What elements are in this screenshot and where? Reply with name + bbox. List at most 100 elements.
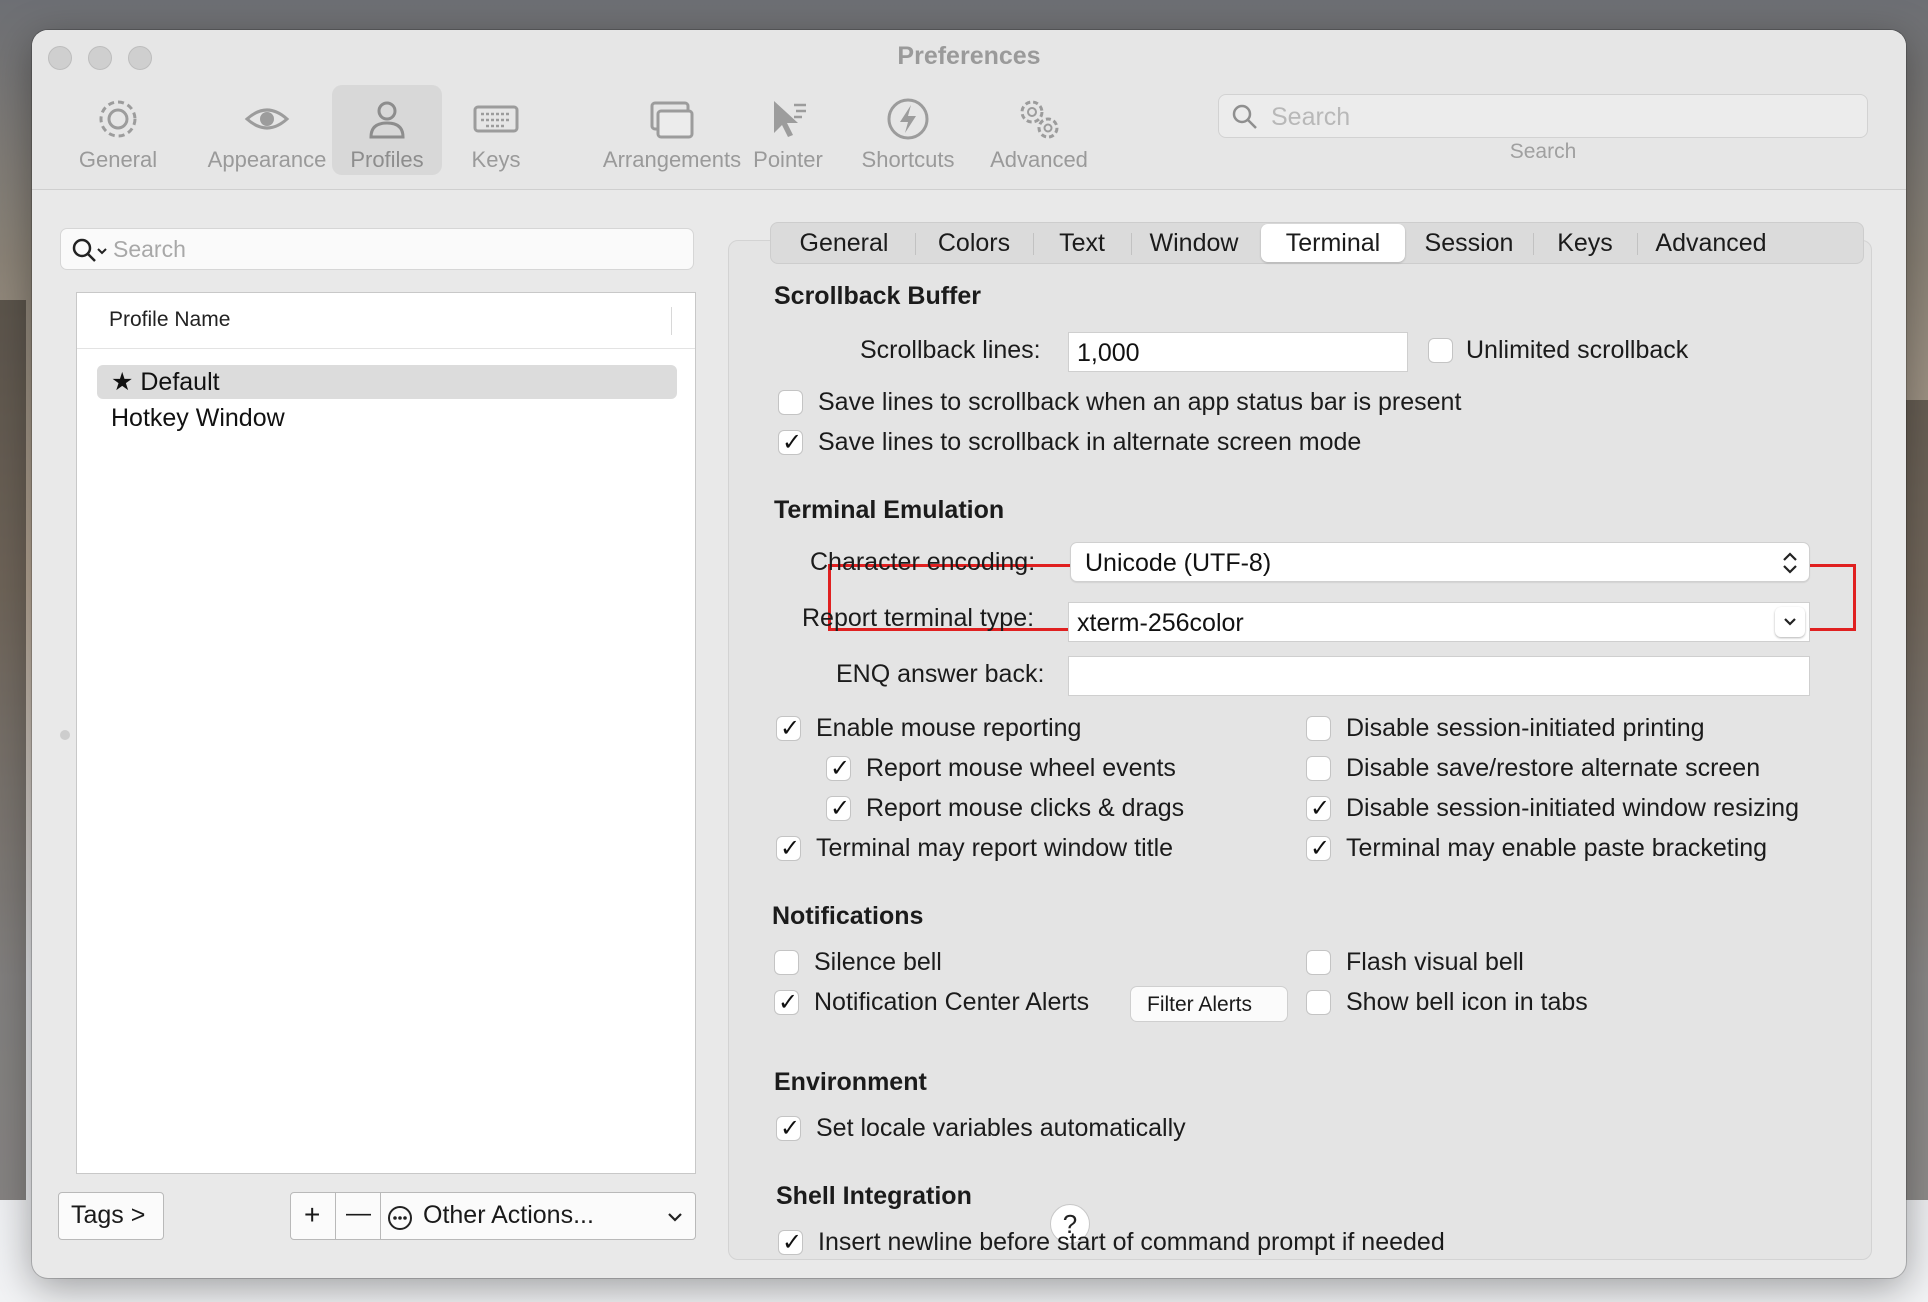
disable-alternate-screen-label: Disable save/restore alternate screen	[1346, 754, 1761, 782]
unlimited-scrollback-checkbox[interactable]	[1428, 338, 1453, 363]
column-divider	[671, 307, 672, 335]
notification-center-alerts-checkbox[interactable]	[774, 988, 799, 1017]
search-placeholder: Search	[113, 236, 186, 262]
bolt-icon	[887, 98, 929, 140]
report-mouse-clicks-checkbox[interactable]	[826, 794, 851, 823]
disable-alternate-screen-checkbox[interactable]	[1306, 756, 1331, 781]
paste-bracketing-label: Terminal may enable paste bracketing	[1346, 834, 1768, 862]
person-icon	[369, 101, 405, 139]
titlebar: Preferences General Appearance Profiles …	[32, 30, 1906, 190]
toolbar-profiles[interactable]: Profiles	[332, 85, 442, 175]
character-encoding-label: Character encoding:	[810, 548, 1036, 576]
profile-name: Hotkey Window	[111, 404, 285, 432]
toolbar-shortcuts[interactable]: Shortcuts	[848, 85, 968, 175]
silence-bell-label: Silence bell	[814, 948, 942, 976]
chevron-down-icon	[668, 1213, 682, 1222]
notifications-heading: Notifications	[772, 902, 924, 930]
insert-newline-label: Insert newline before start of command p…	[818, 1228, 1445, 1256]
toolbar-general[interactable]: General	[74, 85, 162, 175]
flash-visual-bell-label: Flash visual bell	[1346, 948, 1524, 976]
enq-answer-back-field[interactable]	[1068, 656, 1810, 696]
disable-window-resizing-label: Disable session-initiated window resizin…	[1346, 794, 1799, 822]
tab-window[interactable]: Window	[1135, 223, 1253, 263]
gear-icon	[99, 100, 137, 138]
report-terminal-type-label: Report terminal type:	[802, 604, 1035, 632]
toolbar-keys[interactable]: Keys	[456, 85, 536, 175]
show-bell-icon-label: Show bell icon in tabs	[1346, 988, 1588, 1016]
tab-keys[interactable]: Keys	[1537, 223, 1633, 263]
filter-alerts-button[interactable]: Filter Alerts	[1130, 986, 1288, 1022]
report-mouse-clicks-label: Report mouse clicks & drags	[866, 794, 1185, 822]
toolbar-pointer[interactable]: Pointer	[740, 85, 836, 175]
search-icon	[1232, 104, 1257, 129]
show-bell-icon-checkbox[interactable]	[1306, 990, 1331, 1015]
background-tree	[1906, 400, 1928, 1200]
tab-divider	[1033, 233, 1034, 255]
toolbar-search-input[interactable]: Search	[1218, 94, 1868, 138]
character-encoding-popup[interactable]: Unicode (UTF-8)	[1070, 542, 1810, 582]
pointer-icon	[774, 101, 806, 137]
report-terminal-type-combo[interactable]: xterm-256color	[1068, 602, 1810, 642]
windows-icon	[650, 101, 694, 139]
set-locale-label: Set locale variables automatically	[816, 1114, 1186, 1142]
set-locale-checkbox[interactable]	[776, 1114, 801, 1143]
tab-general[interactable]: General	[777, 223, 911, 263]
enq-answer-back-label: ENQ answer back:	[836, 660, 1045, 688]
profile-row-default[interactable]: ★ Default	[97, 365, 677, 399]
chevron-up-down-icon	[1783, 552, 1797, 574]
save-lines-status-bar-checkbox[interactable]	[778, 390, 803, 415]
eye-icon	[244, 108, 290, 130]
tab-advanced[interactable]: Advanced	[1641, 223, 1781, 263]
tab-divider	[1533, 233, 1534, 255]
report-window-title-label: Terminal may report window title	[816, 834, 1174, 862]
tab-colors[interactable]: Colors	[919, 223, 1029, 263]
profile-name: Default	[140, 368, 220, 396]
insert-newline-checkbox[interactable]	[778, 1228, 803, 1257]
other-actions-menu[interactable]: Other Actions...	[380, 1192, 696, 1240]
save-lines-status-bar-label: Save lines to scrollback when an app sta…	[818, 388, 1462, 416]
environment-heading: Environment	[774, 1068, 927, 1096]
enable-mouse-reporting-checkbox[interactable]	[776, 714, 801, 743]
tags-button[interactable]: Tags >	[58, 1192, 164, 1240]
tab-session[interactable]: Session	[1411, 223, 1527, 263]
ellipsis-circle-icon	[388, 1206, 412, 1230]
toolbar-advanced[interactable]: Advanced	[974, 85, 1104, 175]
tab-divider	[1131, 233, 1132, 255]
scrollback-lines-label: Scrollback lines:	[860, 336, 1041, 364]
report-mouse-wheel-checkbox[interactable]	[826, 754, 851, 783]
terminal-emulation-heading: Terminal Emulation	[774, 496, 1005, 524]
gears-icon	[1020, 100, 1059, 139]
profile-search-input[interactable]: Search	[60, 228, 694, 270]
profile-name-column-header[interactable]: Profile Name	[77, 293, 695, 349]
scrollback-lines-field[interactable]: 1,000	[1068, 332, 1408, 372]
add-profile-button[interactable]: +	[290, 1192, 336, 1240]
combo-dropdown-button[interactable]	[1775, 607, 1805, 637]
save-lines-alternate-checkbox[interactable]	[778, 428, 803, 457]
profile-row-hotkey-window[interactable]: Hotkey Window	[97, 401, 677, 435]
tab-text[interactable]: Text	[1037, 223, 1127, 263]
split-handle[interactable]	[60, 730, 70, 740]
tab-divider	[1637, 233, 1638, 255]
notification-center-alerts-label: Notification Center Alerts	[814, 988, 1090, 1016]
flash-visual-bell-checkbox[interactable]	[1306, 950, 1331, 975]
toolbar-appearance[interactable]: Appearance	[184, 85, 350, 175]
search-caption: Search	[1509, 140, 1577, 163]
disable-window-resizing-checkbox[interactable]	[1306, 794, 1331, 823]
tab-divider	[915, 233, 916, 255]
tab-terminal[interactable]: Terminal	[1261, 224, 1405, 262]
shell-integration-heading: Shell Integration	[776, 1182, 972, 1210]
silence-bell-checkbox[interactable]	[774, 950, 799, 975]
disable-printing-checkbox[interactable]	[1306, 716, 1331, 741]
disable-printing-label: Disable session-initiated printing	[1346, 714, 1705, 742]
star-icon: ★	[111, 368, 141, 396]
remove-profile-button[interactable]: —	[335, 1192, 381, 1240]
scrollback-buffer-heading: Scrollback Buffer	[774, 282, 982, 310]
report-window-title-checkbox[interactable]	[776, 834, 801, 863]
unlimited-scrollback-label: Unlimited scrollback	[1466, 336, 1689, 364]
search-icon	[72, 238, 107, 262]
report-mouse-wheel-label: Report mouse wheel events	[866, 754, 1176, 782]
profile-list: Profile Name ★ Default Hotkey Window	[76, 292, 696, 1174]
paste-bracketing-checkbox[interactable]	[1306, 834, 1331, 863]
background-tree	[0, 300, 26, 1200]
save-lines-alternate-label: Save lines to scrollback in alternate sc…	[818, 428, 1362, 456]
